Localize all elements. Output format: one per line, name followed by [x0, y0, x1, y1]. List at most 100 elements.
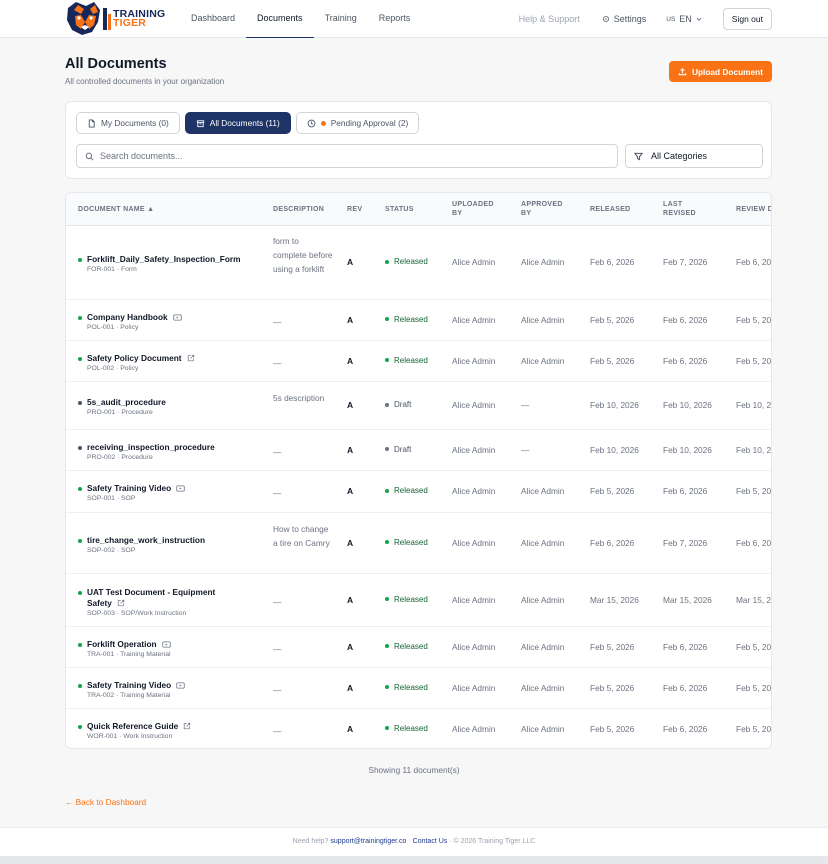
table-row[interactable]: Safety Training Video TRA-002 · Training …: [66, 668, 771, 709]
back-to-dashboard-link[interactable]: ← Back to Dashboard: [65, 797, 146, 807]
status-label: Draft: [394, 400, 412, 409]
released-date-cell: Feb 5, 2026: [590, 641, 635, 652]
table-row[interactable]: Company Handbook POL-001 · Policy — A Releas…: [66, 300, 771, 341]
th-document-name[interactable]: DOCUMENT NAME ▲: [78, 205, 154, 214]
th-approved-by: APPROVED BY: [521, 200, 563, 218]
document-name: Safety Training Video: [87, 483, 172, 493]
sign-out-button[interactable]: Sign out: [722, 8, 772, 30]
nav-training[interactable]: Training: [314, 0, 368, 38]
table-row[interactable]: Safety Training Video SOP-001 · SOP — A Rele…: [66, 471, 772, 513]
document-name-link[interactable]: Quick Reference Guide: [87, 721, 191, 732]
document-name: UAT Test Document - Equipment Safety: [87, 586, 216, 608]
revision-cell: A: [347, 400, 354, 410]
document-name-link[interactable]: Safety Training Video: [87, 483, 185, 494]
footer-help-text: Need help?: [292, 838, 329, 845]
table-row[interactable]: Quick Reference Guide WOR-001 · Work Inst…: [66, 709, 771, 748]
tiger-logo-icon: [67, 2, 111, 35]
document-name-link[interactable]: tire_change_work_instruction: [87, 535, 205, 546]
status-dot-icon: [385, 259, 389, 264]
tab-pending-approval[interactable]: Pending Approval (2): [295, 112, 420, 134]
settings-link[interactable]: Settings: [602, 14, 647, 24]
description-cell: —: [273, 596, 282, 607]
status-dot-icon: [385, 726, 389, 730]
table-row[interactable]: 5s_audit_procedure PRO-001 · Procedure 5s …: [66, 382, 771, 430]
revision-cell: A: [347, 444, 354, 455]
document-name-link[interactable]: Forklift Operation: [87, 639, 171, 650]
review-date-cell: Feb 5, 20: [736, 355, 772, 366]
status-dot-icon: [385, 488, 389, 493]
revision-cell: A: [347, 594, 354, 605]
settings-label: Settings: [613, 14, 647, 24]
description-cell: —: [273, 684, 282, 695]
upload-document-button[interactable]: Upload Document: [669, 61, 772, 82]
table-row[interactable]: UAT Test Document - Equipment Safety SOP-…: [66, 574, 772, 627]
document-name-link[interactable]: Company Handbook: [87, 312, 182, 323]
table-row[interactable]: Forklift_Daily_Safety_Inspection_Form FOR…: [66, 226, 772, 300]
document-code: SOP-001 · SOP: [87, 495, 136, 502]
th-approved-by-line2: BY: [521, 210, 532, 217]
table-row[interactable]: receiving_inspection_procedure PRO-002 · …: [66, 430, 771, 471]
released-date-cell: Feb 5, 2026: [590, 682, 635, 693]
status-label: Draft: [394, 444, 412, 454]
approved-by-cell: —: [521, 400, 530, 410]
category-select-value: All Categories: [651, 151, 708, 161]
logo[interactable]: TRAINING TIGER: [64, 0, 165, 38]
revision-cell: A: [347, 257, 354, 267]
uploaded-by-cell: Alice Admin: [452, 486, 496, 496]
document-name-link[interactable]: Forklift_Daily_Safety_Inspection_Form: [87, 254, 241, 265]
search-box: [76, 144, 618, 168]
document-name-link[interactable]: Safety Training Video: [87, 680, 185, 691]
th-uploaded-by: UPLOADED BY: [452, 200, 494, 218]
table-row[interactable]: Forklift Operation TRA-001 · Training Mat…: [66, 627, 771, 668]
nav-dashboard[interactable]: Dashboard: [180, 0, 246, 38]
document-info: 5s_audit_procedure PRO-001 · Procedure: [87, 397, 166, 416]
review-date-cell: Mar 15, 2026: [736, 594, 772, 605]
review-date-cell: Feb 5, 20: [736, 486, 772, 496]
nav-documents[interactable]: Documents: [246, 0, 314, 38]
contact-us-link[interactable]: Contact Us: [413, 838, 448, 845]
approved-by-cell: Alice Admin: [521, 594, 565, 605]
review-date-cell: Feb 6, 20: [736, 257, 772, 267]
document-code: TRA-002 · Training Material: [87, 691, 171, 699]
document-name-link[interactable]: UAT Test Document - Equipment Safety: [87, 587, 227, 609]
category-dot-icon: [78, 487, 82, 491]
footer-separator: ·: [449, 838, 452, 845]
nav-reports[interactable]: Reports: [368, 0, 422, 38]
document-info: UAT Test Document - Equipment Safety SOP-…: [87, 587, 227, 617]
document-name-cell: Safety Training Video TRA-002 · Training …: [78, 680, 185, 699]
approved-by-cell: Alice Admin: [521, 257, 565, 267]
tab-pending-approval-label: Pending Approval (2): [330, 118, 409, 128]
document-name: Quick Reference Guide: [87, 720, 179, 731]
support-email-link[interactable]: support@trainingtiger.co: [330, 838, 406, 845]
tab-all-documents[interactable]: All Documents (11): [184, 112, 291, 134]
top-navbar: TRAINING TIGER Dashboard Documents Train…: [0, 0, 828, 38]
th-uploaded-by-line2: BY: [452, 210, 463, 217]
footer-copyright: © 2026 Training Tiger LLC: [453, 838, 536, 845]
document-name: Forklift_Daily_Safety_Inspection_Form: [87, 254, 241, 264]
search-input[interactable]: [100, 151, 580, 161]
category-select[interactable]: All Categories: [625, 144, 763, 168]
language-selector[interactable]: US EN: [666, 14, 703, 24]
status-badge: Released: [385, 538, 428, 547]
released-date-cell: Feb 10, 2026: [590, 444, 639, 455]
last-revised-cell: Feb 6, 2026: [663, 314, 708, 325]
page-subtitle: All controlled documents in your organiz…: [65, 77, 225, 86]
table-row[interactable]: Safety Policy Document POL-002 · Policy — A…: [66, 341, 772, 382]
approved-by-cell: Alice Admin: [521, 486, 565, 496]
document-tabs: My Documents (0) All Documents (11) Pend…: [76, 112, 424, 134]
document-name-link[interactable]: 5s_audit_procedure: [87, 397, 166, 408]
status-dot-icon: [385, 402, 389, 407]
document-name-link[interactable]: receiving_inspection_procedure: [87, 442, 215, 453]
document-name-link[interactable]: Safety Policy Document: [87, 353, 195, 364]
tab-my-documents[interactable]: My Documents (0): [76, 112, 180, 134]
table-row[interactable]: tire_change_work_instruction SOP-002 · SO…: [66, 513, 771, 574]
document-info: Quick Reference Guide WOR-001 · Work Inst…: [87, 721, 191, 740]
video-icon: [173, 313, 182, 321]
description-cell: form to complete before using a forklift: [273, 236, 333, 274]
status-label: Released: [394, 594, 428, 604]
help-support-link[interactable]: Help & Support: [519, 14, 580, 24]
video-icon: [176, 485, 185, 492]
document-code: POL-001 · Policy: [87, 323, 139, 331]
bottom-strip: [0, 856, 828, 864]
document-name-cell: Forklift Operation TRA-001 · Training Mat…: [78, 639, 171, 658]
